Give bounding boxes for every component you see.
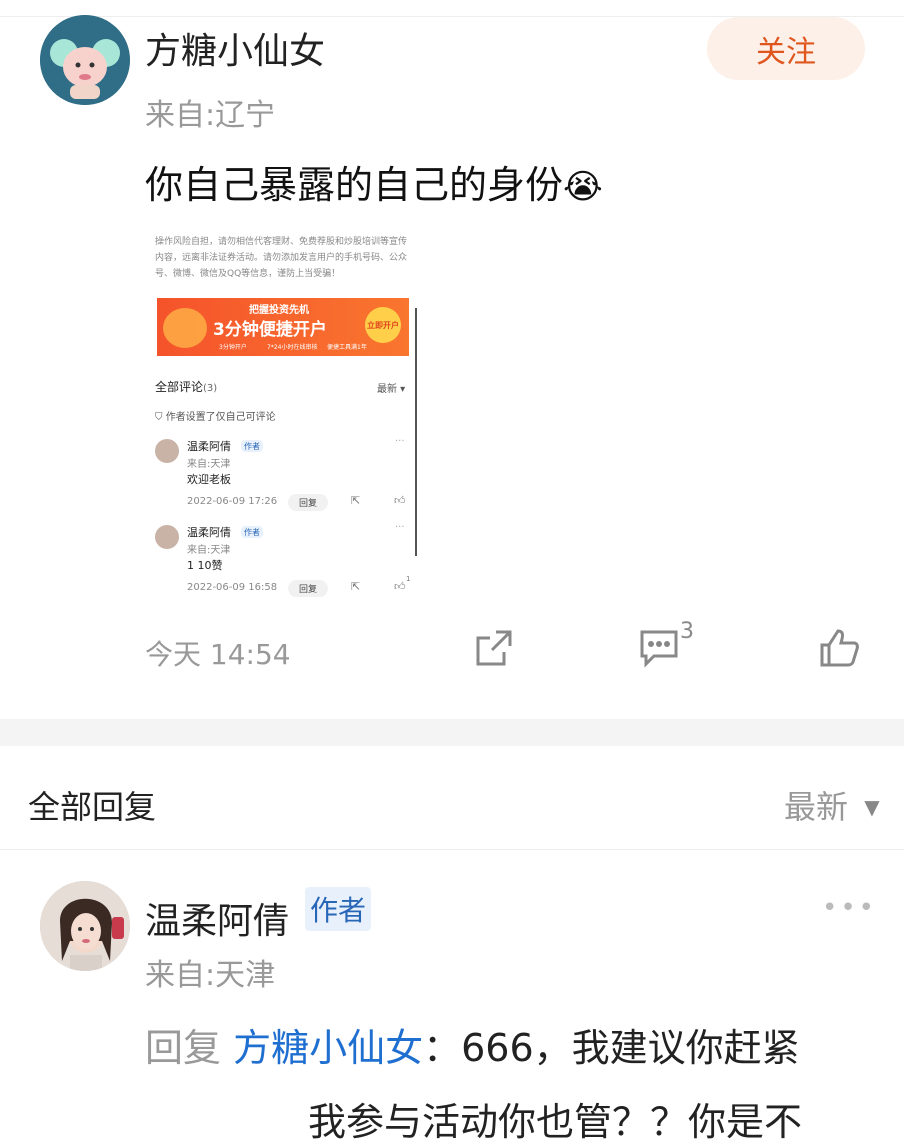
reply-text-line-2: 我参与活动你也管？？你是不 (308, 1100, 803, 1144)
embedded-author-badge: 作者 (241, 526, 263, 538)
post-text: 你自己暴露的自己的身份😭 (145, 154, 603, 209)
post-location: 来自:辽宁 (145, 98, 276, 133)
comment-icon[interactable] (638, 628, 680, 672)
embedded-notice-line-2: 号、微博、微信及QQ等信息，谨防上当受骗！ (155, 269, 341, 279)
reply-text-line-1: 回复 方糖小仙女：666，我建议你赶紧 (145, 1017, 800, 1072)
follow-button[interactable]: 关注 (707, 17, 865, 80)
banner-hand-graphic (163, 308, 207, 348)
section-divider (0, 719, 904, 746)
share-icon[interactable] (474, 628, 514, 672)
more-icon[interactable]: ··· (395, 522, 405, 533)
embedded-like-count: 1 (406, 575, 411, 583)
reply-location: 来自:天津 (145, 958, 276, 993)
embedded-comment-loc: 来自:天津 (187, 459, 231, 470)
like-icon[interactable]: 👍︎ (394, 494, 406, 507)
post-text-body: 你自己暴露的自己的身份 (145, 163, 564, 207)
embedded-author-badge: 作者 (241, 440, 263, 452)
comments-title-text: 全部评论 (155, 380, 204, 394)
embedded-comment-time: 2022-06-09 17:26 (187, 496, 278, 507)
embedded-restrict-row: ⛉ 作者设置了仅自己可评论 (155, 408, 276, 423)
embedded-comment-avatar[interactable] (155, 439, 179, 463)
account-open-banner[interactable]: 把握投资先机 3分钟便捷开户 立即开户 3分钟开户 7*24小时在线审核 便捷工… (157, 298, 409, 356)
embedded-comment-avatar[interactable] (155, 525, 179, 549)
banner-main-text: 3分钟便捷开户 (213, 320, 327, 340)
share-icon[interactable]: ⇱ (351, 494, 360, 507)
crying-laughing-emoji: 😭 (563, 167, 603, 207)
reply-author-name[interactable]: 温柔阿倩 (145, 892, 289, 944)
embedded-reply-button[interactable]: 回复 (288, 494, 328, 511)
reply-body-line-1: ：666，我建议你赶紧 (423, 1026, 800, 1070)
reply-target-link[interactable]: 方糖小仙女 (233, 1026, 423, 1070)
comment-count: 3 (680, 619, 694, 644)
embedded-comment-time: 2022-06-09 16:58 (187, 582, 278, 593)
embedded-scrollbar (415, 308, 417, 556)
more-icon[interactable]: ··· (395, 436, 405, 447)
embedded-comment-name[interactable]: 温柔阿倩 (187, 524, 231, 540)
replies-sort-dropdown[interactable]: 最新 ▼ (784, 782, 880, 828)
restrict-text: 作者设置了仅自己可评论 (165, 412, 276, 423)
embedded-screenshot[interactable]: 操作风险自担，请勿相信代客理财、免费荐股和炒股培训等宣传 内容，远离非法证券活动… (145, 228, 417, 600)
replies-sort-label: 最新 (784, 788, 849, 826)
like-icon[interactable]: 👍︎ (394, 580, 406, 593)
like-icon[interactable] (818, 627, 860, 673)
post-time: 今天 14:54 (145, 638, 291, 671)
filter-icon: ⛉ (155, 412, 166, 423)
comments-count: (3) (203, 383, 218, 394)
banner-tag-1: 7*24小时在线审核 (267, 344, 318, 351)
embedded-comment-name[interactable]: 温柔阿倩 (187, 438, 231, 454)
banner-open-button[interactable]: 立即开户 (365, 307, 401, 343)
embedded-reply-button[interactable]: 回复 (288, 580, 328, 597)
author-avatar[interactable] (40, 15, 130, 105)
embedded-comment-text: 欢迎老板 (187, 473, 231, 486)
embedded-notice-line-1: 内容，远离非法证券活动。请勿添加发言用户的手机号码、公众 (155, 253, 408, 263)
replies-header-title: 全部回复 (28, 788, 157, 826)
reply-prefix: 回复 (145, 1026, 234, 1070)
embedded-sort[interactable]: 最新 ▾ (377, 380, 405, 395)
share-icon[interactable]: ⇱ (351, 580, 360, 593)
reply-author-avatar[interactable] (40, 881, 130, 971)
more-icon[interactable]: ••• (822, 893, 877, 923)
banner-tag-2: 便捷工具满1年 (327, 344, 367, 351)
embedded-comment-loc: 来自:天津 (187, 545, 231, 556)
banner-open-label: 立即开户 (367, 320, 399, 330)
header-divider (0, 849, 904, 850)
banner-top-text: 把握投资先机 (249, 305, 309, 316)
post-author-name[interactable]: 方糖小仙女 (145, 22, 325, 74)
chevron-down-icon: ▼ (864, 795, 880, 819)
embedded-notice-line-0: 操作风险自担，请勿相信代客理财、免费荐股和炒股培训等宣传 (155, 237, 408, 247)
embedded-comments-title: 全部评论(3) (155, 378, 217, 395)
author-badge: 作者 (305, 887, 371, 931)
banner-tag-0: 3分钟开户 (219, 344, 247, 351)
embedded-comment-text: 1 10赞 (187, 559, 223, 572)
